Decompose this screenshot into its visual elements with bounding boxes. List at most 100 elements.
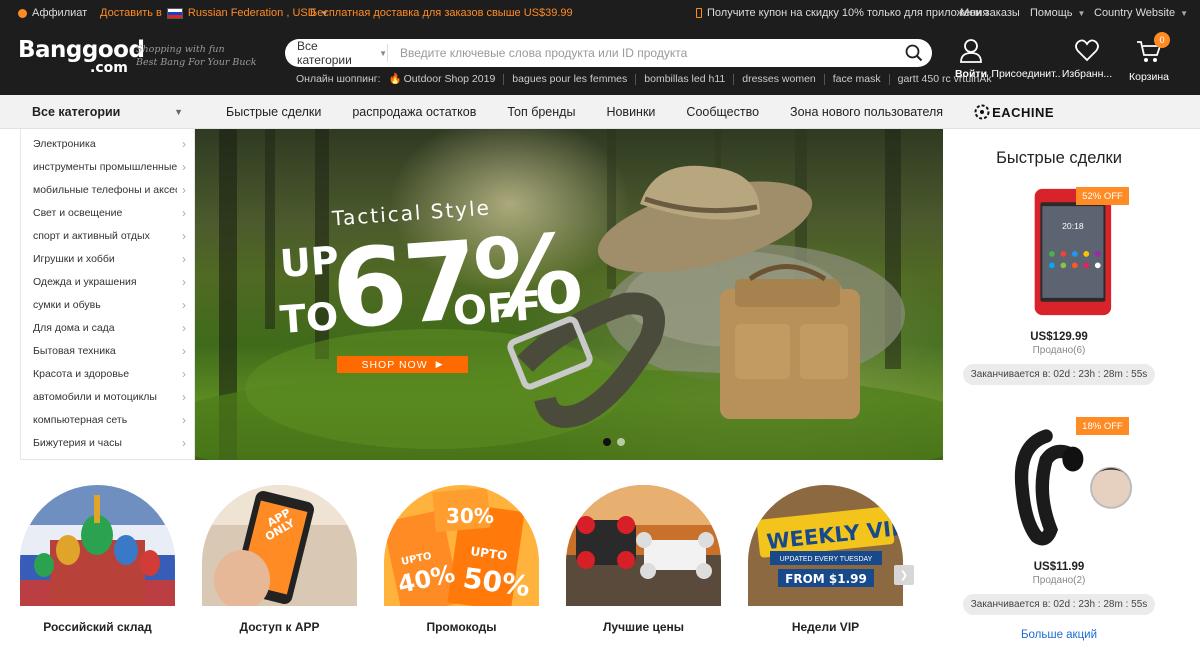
chevron-down-icon: ▼ <box>174 107 183 117</box>
ship-to-selector[interactable]: Доставить в Russian Federation , USD ▼ <box>100 7 329 19</box>
chevron-right-icon: › <box>182 136 186 151</box>
help-menu[interactable]: Помощь ▼ <box>1030 7 1085 19</box>
promo-russian-warehouse[interactable]: Российский склад <box>20 485 175 634</box>
affiliate-link[interactable]: Аффилиат <box>18 7 87 19</box>
search-icon[interactable] <box>896 40 932 66</box>
banggood-logo[interactable]: Banggood .com <box>18 38 145 86</box>
category-item[interactable]: Одежда и украшения › <box>21 270 194 293</box>
category-item[interactable]: мобильные телефоны и аксессуа › <box>21 178 194 201</box>
header-actions: Войти Присоединит.. Избранн... 0 Корзина <box>948 32 1182 83</box>
category-item[interactable]: спорт и активный отдых › <box>21 224 194 247</box>
category-sidebar: Электроника›инструменты промышленные и н… <box>20 129 195 460</box>
category-item[interactable]: Электроника › <box>21 132 194 155</box>
cart-button[interactable]: 0 Корзина <box>1116 32 1182 83</box>
deal-price: US$11.99 <box>1033 561 1085 573</box>
hot-keyword[interactable]: bagues pour les femmes <box>503 73 635 85</box>
all-categories-menu[interactable]: Все категории ▼ <box>20 95 195 129</box>
svg-text:UPDATED EVERY TUESDAY: UPDATED EVERY TUESDAY <box>780 556 873 563</box>
carousel-dots <box>603 438 625 446</box>
chevron-right-icon: ❯ <box>899 569 909 581</box>
category-label: компьютерная сеть <box>33 413 128 426</box>
promo-app-access[interactable]: APP ONLY Доступ к APP <box>202 485 357 634</box>
category-label: Свет и освещение <box>33 206 123 219</box>
shop-now-button[interactable]: SHOP NOW ▶ <box>337 356 468 373</box>
drones-image <box>566 485 721 606</box>
category-item[interactable]: Красота и здоровье › <box>21 362 194 385</box>
chevron-right-icon: › <box>182 274 186 289</box>
category-item[interactable]: инструменты промышленные и н › <box>21 155 194 178</box>
flash-deals-panel: Быстрые сделки 20:18 52% OFF US$129.99 П… <box>945 129 1173 664</box>
top-bar: Аффилиат Доставить в Russian Federation … <box>0 0 1200 26</box>
discount-badge: 18% OFF <box>1076 417 1129 435</box>
headset-image <box>1014 429 1133 546</box>
search-input[interactable] <box>388 40 896 66</box>
country-website-menu[interactable]: Country Website ▼ <box>1094 7 1188 19</box>
svg-text:FROM $1.99: FROM $1.99 <box>785 572 867 586</box>
chevron-right-icon: › <box>182 366 186 381</box>
chevron-right-icon: › <box>182 228 186 243</box>
deal-sold-count: Продано(2) <box>1032 575 1086 586</box>
chevron-down-icon: ▼ <box>1180 8 1189 18</box>
nav-clearance[interactable]: распродажа остатков <box>352 105 476 119</box>
carousel-dot[interactable] <box>603 438 611 446</box>
carousel-next-button[interactable]: ❯ <box>894 565 914 585</box>
chevron-down-icon: ▼ <box>1077 8 1086 18</box>
more-deals-link[interactable]: Больше акций <box>945 629 1173 641</box>
free-shipping-notice[interactable]: Бесплатная доставка для заказов свыше US… <box>310 7 573 19</box>
hot-keyword[interactable]: dresses women <box>733 73 824 85</box>
category-item[interactable]: Бытовая техника › <box>21 339 194 362</box>
nav-new-arrivals[interactable]: Новинки <box>606 105 655 119</box>
cart-count-badge: 0 <box>1154 32 1170 48</box>
app-coupon-link[interactable]: Получите купон на скидку 10% только для … <box>696 7 988 19</box>
nav-new-user-zone[interactable]: Зона нового пользователя <box>790 105 943 119</box>
coupons-image: 30% UPTO 40% UPTO 50% <box>382 485 539 616</box>
deal-sold-count: Продано(6) <box>1032 345 1086 356</box>
chevron-right-icon: › <box>182 389 186 404</box>
nav-community[interactable]: Сообщество <box>686 105 759 119</box>
category-label: Красота и здоровье <box>33 367 130 380</box>
chevron-right-icon: › <box>182 320 186 335</box>
promo-best-prices[interactable]: Лучшие цены <box>566 485 721 634</box>
chevron-right-icon: › <box>182 182 186 197</box>
promo-vip-weeks[interactable]: WEEKLY VIP UPDATED EVERY TUESDAY FROM $1… <box>748 485 907 634</box>
hero-banner[interactable]: Tactical Style UP TO 67% OFF SHOP NOW ▶ <box>195 129 943 460</box>
chevron-right-icon: › <box>182 251 186 266</box>
svg-text:30%: 30% <box>446 504 494 528</box>
hot-keyword[interactable]: bombillas led h11 <box>635 73 733 85</box>
login-button[interactable]: Войти <box>948 38 994 83</box>
category-label: Бытовая техника <box>33 344 116 357</box>
promo-circles: Российский склад APP ONLY Доступ к APP 3… <box>20 485 925 635</box>
my-orders-link[interactable]: Мои заказы <box>960 7 1020 19</box>
category-item[interactable]: автомобили и мотоциклы › <box>21 385 194 408</box>
banner-off: OFF <box>451 282 544 336</box>
category-item[interactable]: Для дома и сада › <box>21 316 194 339</box>
category-label: Для дома и сада <box>33 321 115 334</box>
search-category-select[interactable]: Все категории ▼ <box>285 39 388 67</box>
category-item[interactable]: Свет и освещение › <box>21 201 194 224</box>
cart-icon-wrap: 0 <box>1136 32 1170 71</box>
category-item[interactable]: сумки и обувь › <box>21 293 194 316</box>
carousel-dot[interactable] <box>617 438 625 446</box>
category-label: инструменты промышленные и н <box>33 160 177 173</box>
banner-to: TO <box>278 294 340 342</box>
promo-coupons[interactable]: 30% UPTO 40% UPTO 50% Промокоды <box>382 485 539 634</box>
nav-flash-deals[interactable]: Быстрые сделки <box>226 105 321 119</box>
hot-keyword[interactable]: 🔥 Outdoor Shop 2019 <box>388 72 504 85</box>
category-label: мобильные телефоны и аксессуа <box>33 183 177 196</box>
category-item[interactable]: компьютерная сеть › <box>21 408 194 431</box>
hot-keyword[interactable]: face mask <box>823 73 889 85</box>
weekly-vip-image: WEEKLY VIP UPDATED EVERY TUESDAY FROM $1… <box>748 485 907 606</box>
chevron-right-icon: › <box>182 159 186 174</box>
fire-icon: 🔥 <box>388 72 402 85</box>
category-label: Игрушки и хобби <box>33 252 115 265</box>
category-label: Электроника <box>33 137 96 150</box>
wishlist-button[interactable]: Избранн... <box>1058 38 1116 83</box>
eachine-logo-icon <box>974 104 990 120</box>
nav-top-brands[interactable]: Топ бренды <box>507 105 575 119</box>
category-item[interactable]: Бижутерия и часы › <box>21 431 194 454</box>
svg-text:20:18: 20:18 <box>1062 221 1084 231</box>
join-link[interactable]: Присоединит.. <box>991 68 1060 83</box>
deal-countdown: Заканчивается в: 02d : 23h : 28m : 55s <box>963 364 1155 385</box>
category-item[interactable]: Игрушки и хобби › <box>21 247 194 270</box>
eachine-brand-link[interactable]: EACHINE <box>974 104 1054 120</box>
